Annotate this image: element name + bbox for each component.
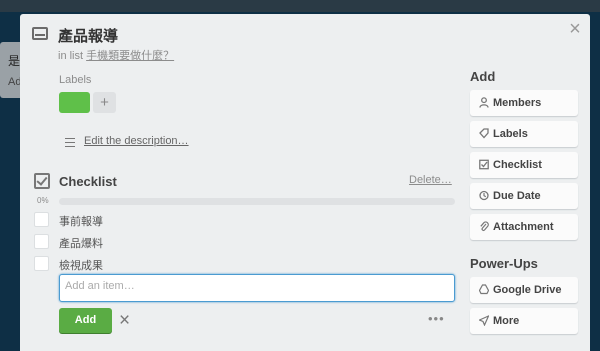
more-powerups-button[interactable]: More [470,308,578,334]
members-label: Members [493,97,542,109]
checklist-item-text[interactable]: 檢視成果 [59,257,103,273]
background-card-title: 是 [8,54,21,68]
card-icon [32,27,48,40]
card-list-info: in list 手機類要做什麼？ [58,47,174,63]
labels-button[interactable]: Labels [470,121,578,147]
person-icon [479,97,489,108]
checklist-item-text[interactable]: 事前報導 [59,213,103,229]
more-label: More [493,315,520,327]
checklist-progress-bar [59,198,455,205]
edit-description-link[interactable]: Edit the description… [84,135,189,147]
checklist-title[interactable]: Checklist [59,174,117,189]
checklist-item-checkbox[interactable] [34,212,49,227]
power-ups-heading: Power-Ups [470,256,538,271]
checklist-icon [34,173,50,189]
labels-heading: Labels [59,74,92,86]
in-list-prefix: in list [58,50,84,62]
checklist-delete-link[interactable]: Delete… [409,174,452,186]
paperclip-icon [479,221,489,232]
add-heading: Add [470,69,496,84]
checklist-button[interactable]: Checklist [470,152,578,178]
cancel-icon[interactable]: × [119,311,130,330]
close-icon[interactable]: × [565,19,585,39]
members-button[interactable]: Members [470,90,578,116]
card-detail-modal: × 產品報導 in list 手機類要做什麼？ Labels + Edit th… [20,14,590,351]
green-label[interactable] [59,92,90,113]
checklist-item-checkbox[interactable] [34,234,49,249]
checklist-item-text[interactable]: 產品爆料 [59,235,103,251]
due-date-label: Due Date [493,190,541,202]
description-icon [65,138,75,147]
attachment-button[interactable]: Attachment [470,214,578,240]
clock-icon [479,190,489,201]
google-drive-button[interactable]: Google Drive [470,277,578,303]
checklist-button-label: Checklist [493,159,542,171]
add-checklist-item-input[interactable] [59,274,455,302]
google-drive-label: Google Drive [493,284,562,296]
attachment-label: Attachment [493,221,554,233]
checklist-item-checkbox[interactable] [34,256,49,271]
list-name-link[interactable]: 手機類要做什麼？ [86,50,174,62]
more-options-icon[interactable]: ••• [428,312,445,325]
board-header-strip [0,0,600,12]
google-drive-icon [478,284,490,295]
due-date-button[interactable]: Due Date [470,183,578,209]
add-item-button[interactable]: Add [59,308,112,333]
checkbox-icon [479,159,489,170]
send-icon [478,314,490,327]
add-label-button[interactable]: + [93,92,116,113]
tag-icon [479,128,489,139]
labels-label: Labels [493,128,528,140]
checklist-progress-percent: 0% [37,196,49,205]
card-title[interactable]: 產品報導 [58,25,118,46]
